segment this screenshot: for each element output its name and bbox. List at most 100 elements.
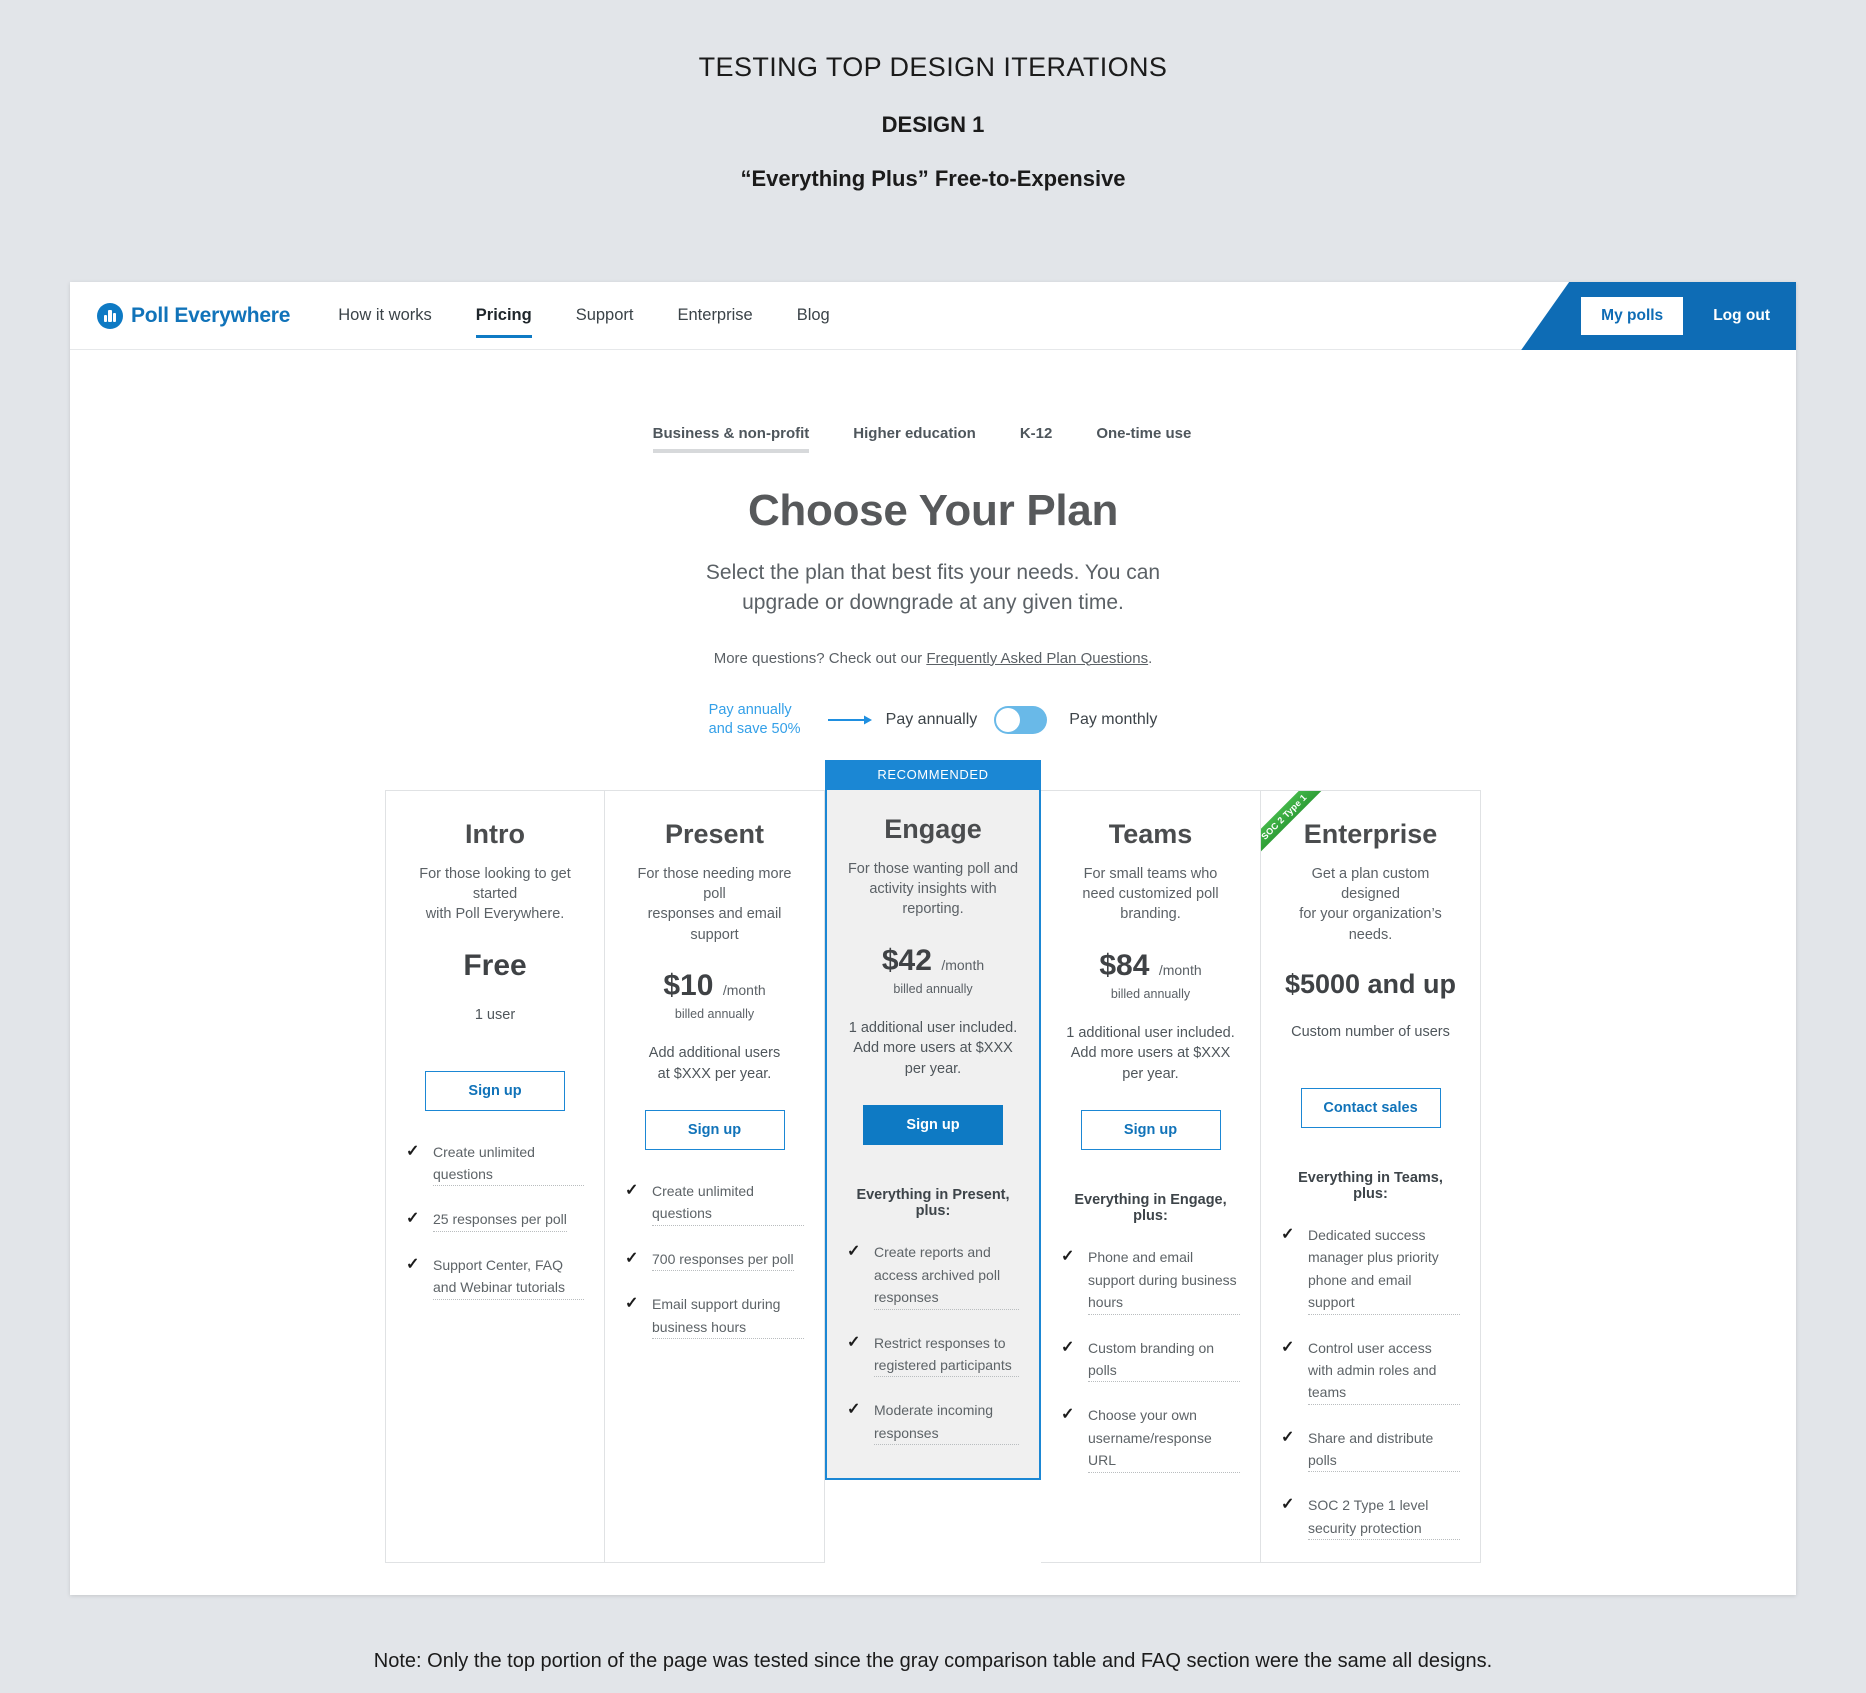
plan-name: Engage (884, 813, 982, 844)
nav-account-area: My polls Log out (1521, 282, 1796, 350)
plan-users-line-2: Add more users at $XXX per year. (1070, 1045, 1231, 1082)
plan-feature-list: ✓ Create reports and access archived pol… (847, 1241, 1019, 1446)
nav-item-support[interactable]: Support (576, 282, 634, 350)
browser-window: Poll Everywhere How it works Pricing Sup… (70, 282, 1796, 1595)
feature-item: ✓ Restrict responses to registered parti… (847, 1332, 1019, 1378)
logo[interactable]: Poll Everywhere (97, 302, 291, 329)
billing-period-toggle[interactable] (994, 706, 1048, 735)
plan-price: $84 (1099, 948, 1150, 982)
nav-item-blog[interactable]: Blog (797, 282, 830, 350)
plan-price-block: $84 /month billed annually (1061, 949, 1240, 1001)
feature-item: ✓ SOC 2 Type 1 level security protection (1281, 1494, 1460, 1541)
save-callout-line-1: Pay annually (708, 701, 792, 718)
pay-monthly-label: Pay monthly (1069, 711, 1158, 729)
check-icon: ✓ (1281, 1338, 1295, 1356)
plan-price: $10 (663, 968, 714, 1002)
slide-canvas: TESTING TOP DESIGN ITERATIONS DESIGN 1 “… (0, 52, 1866, 1693)
nav-item-enterprise[interactable]: Enterprise (678, 282, 753, 350)
feature-item: ✓ Email support during business hours (625, 1293, 804, 1340)
plan-desc-line-2: for your organization’s needs. (1299, 906, 1442, 943)
site-navbar: Poll Everywhere How it works Pricing Sup… (70, 282, 1796, 350)
plan-users-note: Custom number of users (1281, 1022, 1460, 1062)
feature-item: ✓ Support Center, FAQ and Webinar tutori… (406, 1254, 584, 1300)
feature-text: 700 responses per poll (652, 1248, 794, 1272)
plan-name: Intro (465, 818, 525, 849)
plan-description: Get a plan custom designed for your orga… (1281, 864, 1460, 945)
faq-prefix: More questions? Check out our (713, 649, 927, 667)
plan-users-line-2: Add more users at $XXX per year. (853, 1040, 1013, 1077)
feature-text: Custom branding on polls (1088, 1337, 1240, 1383)
plan-description: For those needing more poll responses an… (625, 864, 804, 945)
plan-name: Enterprise (1303, 818, 1438, 849)
tab-one-time-use[interactable]: One-time use (1074, 425, 1213, 453)
contact-sales-button[interactable]: Contact sales (1300, 1087, 1441, 1128)
sign-up-button[interactable]: Sign up (1080, 1110, 1221, 1151)
plan-desc-line-2: activity insights with reporting. (869, 881, 997, 918)
log-out-button[interactable]: Log out (1713, 307, 1770, 325)
check-icon: ✓ (1281, 1225, 1295, 1243)
arrow-right-icon (827, 714, 872, 726)
toggle-knob (996, 708, 1021, 733)
feature-text: Email support during business hours (652, 1293, 804, 1340)
plan-name: Teams (1108, 818, 1193, 849)
check-icon: ✓ (1061, 1406, 1075, 1424)
lead-line-2: upgrade or downgrade at any given time. (742, 590, 1124, 614)
sign-up-button[interactable]: Sign up (863, 1105, 1003, 1146)
plan-users-note: Add additional users at $XXX per year. (625, 1043, 804, 1084)
sign-up-button[interactable]: Sign up (644, 1110, 785, 1151)
feature-item: ✓ Create reports and access archived pol… (847, 1241, 1019, 1310)
feature-text: Create unlimited questions (433, 1141, 584, 1187)
plan-price-period: /month (1158, 961, 1202, 978)
sign-up-button[interactable]: Sign up (425, 1070, 565, 1111)
plan-desc-line-2: responses and email support (647, 906, 782, 943)
pricing-cards: Intro For those looking to get started w… (70, 759, 1796, 1564)
plan-users-line-1: Custom number of users (1291, 1023, 1450, 1040)
plan-desc-line-2: with Poll Everywhere. (425, 906, 565, 923)
feature-text: Moderate incoming responses (874, 1399, 1019, 1446)
plan-desc-line-1: Get a plan custom designed (1311, 865, 1430, 903)
feature-item: ✓ Share and distribute polls (1281, 1427, 1460, 1473)
slide-header: TESTING TOP DESIGN ITERATIONS DESIGN 1 “… (0, 52, 1866, 192)
plan-users-note: 1 additional user included. Add more use… (847, 1018, 1019, 1080)
plan-price: Free (463, 948, 527, 982)
plan-billed-note: billed annually (893, 981, 973, 996)
check-icon: ✓ (847, 1243, 861, 1261)
poll-everywhere-logo-icon (97, 302, 123, 329)
plan-users-line-1: Add additional users (648, 1044, 781, 1061)
logo-text: Poll Everywhere (131, 303, 291, 327)
plan-price-block: Free (406, 949, 584, 983)
audience-tabs: Business & non-profit Higher education K… (70, 425, 1796, 453)
plan-name: Present (664, 818, 765, 849)
feature-item: ✓ 25 responses per poll (406, 1208, 584, 1232)
nav-item-how-it-works[interactable]: How it works (338, 282, 432, 350)
feature-item: ✓ Moderate incoming responses (847, 1399, 1019, 1446)
plan-billed-note: billed annually (1110, 986, 1191, 1001)
plan-price-period: /month (722, 981, 766, 998)
check-icon: ✓ (1281, 1496, 1295, 1514)
billing-toggle-row: Pay annually and save 50% Pay annually P… (70, 701, 1796, 740)
slide-title: TESTING TOP DESIGN ITERATIONS (698, 52, 1168, 82)
tab-business-non-profit[interactable]: Business & non-profit (652, 425, 832, 453)
plan-card-enterprise: SOC 2 Type 1 Enterprise Get a plan custo… (1261, 789, 1481, 1564)
plan-desc-line-1: For small teams who (1083, 865, 1218, 882)
check-icon: ✓ (847, 1401, 861, 1419)
feature-item: ✓ Phone and email support during busines… (1061, 1246, 1240, 1315)
check-icon: ✓ (625, 1249, 639, 1267)
plan-description: For those looking to get started with Po… (406, 864, 584, 925)
nav-item-pricing[interactable]: Pricing (475, 282, 532, 350)
feature-text: Dedicated success manager plus priority … (1308, 1224, 1460, 1315)
save-callout: Pay annually and save 50% (709, 701, 814, 740)
feature-text: SOC 2 Type 1 level security protection (1308, 1494, 1460, 1541)
plan-card-engage-wrapper: RECOMMENDED Engage For those wanting pol… (825, 759, 1041, 1563)
plan-price-block: $10 /month billed annually (625, 969, 804, 1021)
slide-subtitle: DESIGN 1 (881, 112, 985, 137)
faq-link[interactable]: Frequently Asked Plan Questions (926, 650, 1148, 667)
feature-item: ✓ Custom branding on polls (1061, 1337, 1240, 1383)
hero-section: Choose Your Plan Select the plan that be… (70, 486, 1796, 667)
plan-users-note: 1 user (406, 1005, 584, 1045)
my-polls-button[interactable]: My polls (1581, 297, 1684, 335)
pay-annually-label: Pay annually (885, 711, 978, 729)
tab-higher-education[interactable]: Higher education (831, 425, 998, 453)
tab-k-12[interactable]: K-12 (998, 425, 1075, 453)
plan-price-block: $42 /month billed annually (847, 944, 1019, 996)
